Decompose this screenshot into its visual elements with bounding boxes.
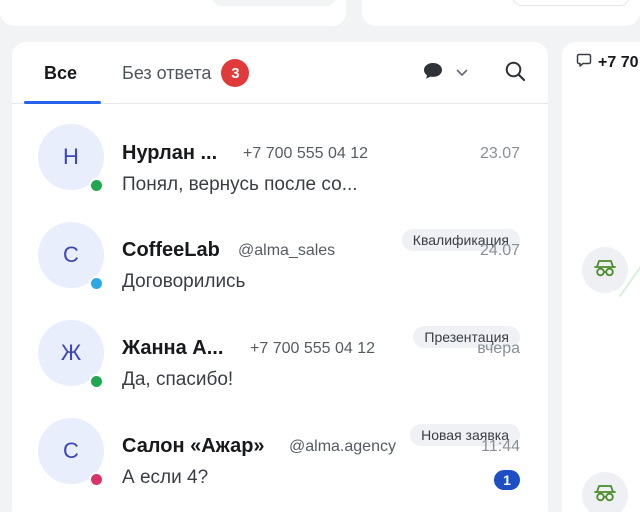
conversation-preview: Договорились	[122, 271, 246, 292]
conversation-contact: @alma.agency	[289, 438, 396, 455]
channel-filter-button[interactable]	[422, 60, 474, 86]
status-dot	[89, 374, 104, 389]
bot-glasses-icon	[593, 258, 617, 283]
top-card-left-button[interactable]	[212, 0, 336, 6]
conversation-row[interactable]: Н Нурлан ... +7 700 555 04 12 23.07 Поня…	[12, 104, 548, 251]
chat-detail-header: +7 70	[576, 52, 638, 73]
conversation-contact: +7 700 555 04 12	[250, 340, 376, 357]
tab-unanswered-label: Без ответа	[122, 62, 212, 83]
conversation-row[interactable]: С CoffeeLab @alma_sales 24.07 Договорили…	[12, 202, 548, 348]
chat-detail-phone: +7 70	[598, 53, 639, 71]
conversation-name: CoffeeLab	[122, 239, 220, 261]
conversation-time: 24.07	[479, 242, 520, 259]
conversation-preview: Да, спасибо!	[122, 369, 234, 390]
conversation-preview: А если 4?	[122, 467, 209, 488]
conversation-name: Жанна А...	[122, 337, 224, 359]
chat-bubble-icon	[422, 61, 444, 86]
conversation-row[interactable]: С Салон «Ажар» @alma.agency 11:44 А если…	[12, 398, 548, 496]
tab-unanswered[interactable]: Без ответа 3	[122, 42, 250, 104]
top-card-right-button[interactable]	[512, 0, 630, 6]
chat-tabs: Все Без ответа 3	[12, 42, 548, 104]
chat-detail-panel: +7 70	[562, 42, 640, 512]
bot-avatar	[582, 247, 628, 293]
conversation-contact: @alma_sales	[238, 242, 336, 259]
bot-avatar	[582, 472, 628, 512]
conversation-time: 23.07	[479, 145, 520, 162]
unread-count-badge: 1	[494, 470, 520, 490]
status-dot	[89, 178, 104, 193]
conversation-name: Салон «Ажар»	[122, 435, 265, 457]
search-button[interactable]	[502, 60, 528, 86]
search-icon	[504, 60, 526, 87]
top-card-right	[362, 0, 640, 26]
tab-all-label: Все	[44, 62, 78, 83]
bot-glasses-icon	[593, 483, 617, 508]
conversation-time: вчера	[477, 340, 520, 357]
status-dot	[89, 472, 104, 487]
chat-list-panel: Все Без ответа 3 Н Нурлан ... +7 700 555…	[12, 42, 548, 512]
conversation-time: 11:44	[481, 438, 520, 455]
conversation-list: Н Нурлан ... +7 700 555 04 12 23.07 Поня…	[12, 104, 548, 496]
conversation-row[interactable]: Ж Жанна А... +7 700 555 04 12 вчера Да, …	[12, 300, 548, 446]
conversation-name: Нурлан ...	[122, 142, 218, 164]
top-card-left	[0, 0, 346, 26]
tab-all[interactable]: Все	[44, 42, 77, 104]
status-dot	[89, 276, 104, 291]
chevron-down-icon	[456, 64, 468, 82]
conversation-contact: +7 700 555 04 12	[243, 145, 369, 162]
conversation-preview: Понял, вернусь после со...	[122, 174, 358, 195]
chat-outline-icon	[576, 52, 592, 73]
unanswered-count-badge: 3	[221, 59, 250, 87]
